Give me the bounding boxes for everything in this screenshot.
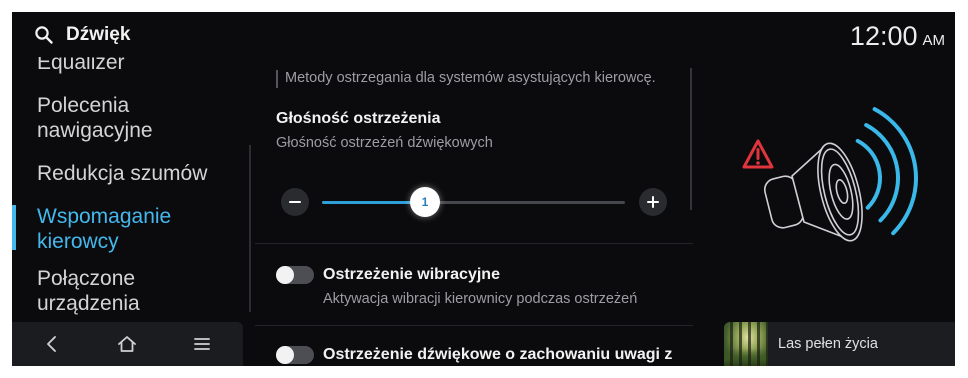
home-button[interactable] — [116, 333, 138, 355]
sidebar-item-label: Redukcja szumów — [37, 162, 208, 185]
plus-icon — [647, 196, 659, 208]
sound-waves-icon — [855, 107, 918, 236]
search-icon[interactable] — [34, 25, 54, 45]
warning-icon — [742, 139, 774, 169]
volume-slider[interactable]: 1 — [322, 187, 625, 217]
content-scrollbar[interactable] — [690, 68, 692, 210]
minus-icon — [289, 201, 301, 203]
sidebar-item-equalizer[interactable]: Equalizer — [12, 57, 243, 84]
speaker-icon — [763, 142, 863, 242]
sidebar-item-label: Połączone urządzenia — [37, 267, 140, 315]
attention-sound-warning-title: Ostrzeżenie dźwiękowe o zachowaniu uwagi… — [323, 346, 673, 363]
vibration-warning-toggle[interactable] — [276, 266, 314, 284]
vibration-warning-title: Ostrzeżenie wibracyjne — [323, 266, 500, 283]
back-button[interactable] — [41, 333, 63, 355]
toggle-knob — [276, 346, 294, 364]
sidebar-menu: Equalizer Polecenia nawigacyjne Redukcja… — [12, 57, 243, 322]
chevron-left-icon — [47, 336, 56, 352]
sidebar-scrollbar[interactable] — [249, 145, 251, 312]
intro-text: Metody ostrzegania dla systemów asystują… — [285, 70, 656, 86]
attention-sound-warning-toggle[interactable] — [276, 346, 314, 364]
warning-volume-subtitle: Głośność ostrzeżeń dźwiękowych — [276, 135, 493, 151]
volume-slider-knob[interactable]: 1 — [410, 187, 441, 217]
sidebar-item-connected-devices[interactable]: Połączone urządzenia — [12, 257, 243, 322]
volume-decrease-button[interactable] — [281, 188, 309, 216]
sidebar-item-noise-reduction[interactable]: Redukcja szumów — [12, 152, 243, 195]
infotainment-screen: Dźwięk 12:00 AM Equalizer Polecenia nawi… — [12, 12, 955, 366]
divider — [255, 243, 693, 244]
menu-icon — [194, 338, 210, 350]
volume-slider-track — [322, 201, 625, 204]
bottom-navbar — [12, 322, 243, 366]
media-widget[interactable]: Las pełen życia — [724, 322, 955, 366]
active-indicator — [12, 205, 16, 250]
volume-value: 1 — [421, 195, 429, 209]
volume-increase-button[interactable] — [639, 188, 667, 216]
sidebar-item-label: Equalizer — [37, 57, 125, 74]
sidebar-list: Equalizer Polecenia nawigacyjne Redukcja… — [12, 57, 243, 322]
vibration-warning-subtitle: Aktywacja wibracji kierownicy podczas os… — [323, 291, 638, 307]
page-title: Dźwięk — [66, 24, 131, 45]
clock-meridiem: AM — [922, 32, 946, 49]
sidebar-item-label: Polecenia nawigacyjne — [37, 94, 153, 142]
toggle-knob — [276, 266, 294, 284]
sidebar-item-driver-assistance[interactable]: Wspomaganie kierowcy — [12, 195, 243, 257]
media-track-title: Las pełen życia — [778, 336, 878, 352]
warning-volume-title: Głośność ostrzeżenia — [276, 110, 441, 127]
intro-accent-bar — [276, 70, 278, 88]
divider — [255, 325, 693, 326]
sidebar-item-navigation-prompts[interactable]: Polecenia nawigacyjne — [12, 84, 243, 152]
clock: 12:00 AM — [850, 19, 945, 58]
clock-time: 12:00 — [849, 21, 918, 51]
sidebar-item-label: Wspomaganie kierowcy — [37, 205, 172, 253]
sound-warning-illustration — [742, 107, 918, 242]
home-icon — [118, 336, 136, 352]
menu-button[interactable] — [191, 333, 213, 355]
album-artwork — [724, 322, 768, 366]
